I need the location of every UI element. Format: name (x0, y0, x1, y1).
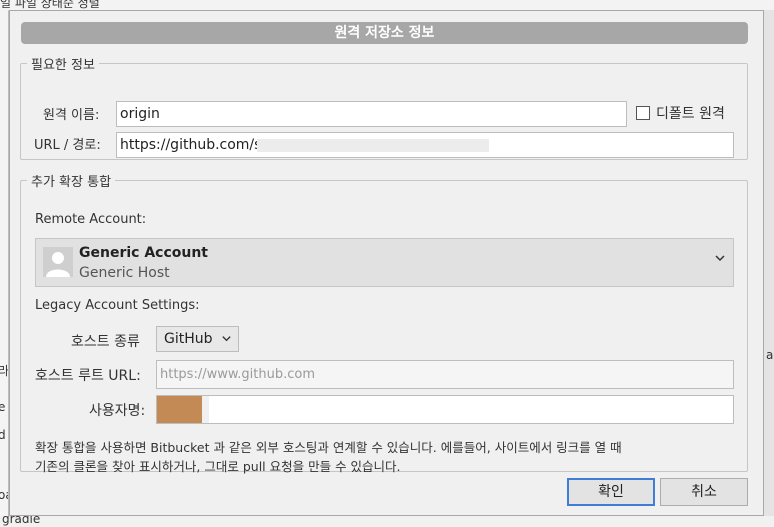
remote-account-dropdown[interactable]: Generic Account Generic Host (35, 238, 734, 287)
required-info-group: 필요한 정보 원격 이름: origin 디폴트 원격 URL / 경로: ht… (20, 54, 748, 173)
remote-account-label: Remote Account: (35, 212, 147, 227)
required-info-legend: 필요한 정보 (31, 58, 95, 73)
background-left-text: 라 (0, 364, 8, 378)
background-left-text: oa (0, 488, 8, 502)
redacted-url-area (257, 139, 489, 152)
chevron-down-icon (221, 328, 232, 352)
url-label: URL / 경로: (34, 138, 101, 153)
extended-integration-legend: 추가 확장 통합 (31, 175, 112, 190)
account-host: Generic Host (79, 265, 170, 281)
extended-integration-group: 추가 확장 통합 Remote Account: Generic Account… (20, 171, 748, 474)
remote-name-input[interactable]: origin (116, 101, 627, 127)
host-root-url-input[interactable]: https://www.github.com (156, 360, 734, 389)
redacted-gap (202, 396, 209, 423)
url-input-value: https://github.com/s (120, 137, 262, 153)
description-line-2: 기존의 클론을 찾아 표시하거나, 그대로 pull 요청을 만들 수 있습니다… (35, 459, 401, 474)
cancel-button[interactable]: 취소 (660, 478, 748, 506)
ok-button[interactable]: 확인 (567, 478, 655, 506)
background-file-list: gradle (0, 516, 774, 527)
chevron-down-icon (714, 252, 726, 268)
remote-repository-dialog: 원격 저장소 정보 필요한 정보 원격 이름: origin 디폴트 원격 UR… (9, 10, 764, 516)
description-line-1: 확장 통합을 사용하면 Bitbucket 과 같은 외부 호스팅과 연계할 수… (35, 440, 622, 455)
legacy-account-label: Legacy Account Settings: (35, 298, 200, 313)
background-left-text: e (0, 400, 6, 414)
background-right-text: a (766, 348, 774, 362)
background-left-text: d (0, 428, 6, 442)
redacted-username (157, 396, 202, 423)
host-type-label: 호스트 종류 (71, 334, 140, 350)
dialog-title: 원격 저장소 정보 (21, 22, 748, 44)
remote-name-label: 원격 이름: (43, 108, 100, 123)
account-name: Generic Account (79, 245, 209, 261)
host-type-select[interactable]: GitHub (156, 326, 239, 352)
username-label: 사용자명: (89, 403, 146, 419)
background-right-pane: a (764, 10, 774, 527)
username-input[interactable] (156, 395, 734, 424)
integration-description: 확장 통합을 사용하면 Bitbucket 과 같은 외부 호스팅과 연계할 수… (35, 438, 735, 476)
background-file-name: gradle (2, 516, 41, 526)
default-remote-checkbox[interactable] (636, 106, 650, 120)
background-left-pane: 라 e d oa (0, 10, 8, 527)
host-type-value: GitHub (164, 331, 213, 347)
default-remote-label: 디폴트 원격 (656, 106, 725, 122)
host-root-url-label: 호스트 루트 URL: (35, 368, 141, 384)
url-input[interactable]: https://github.com/s (116, 132, 734, 158)
generic-avatar-icon (43, 247, 73, 277)
